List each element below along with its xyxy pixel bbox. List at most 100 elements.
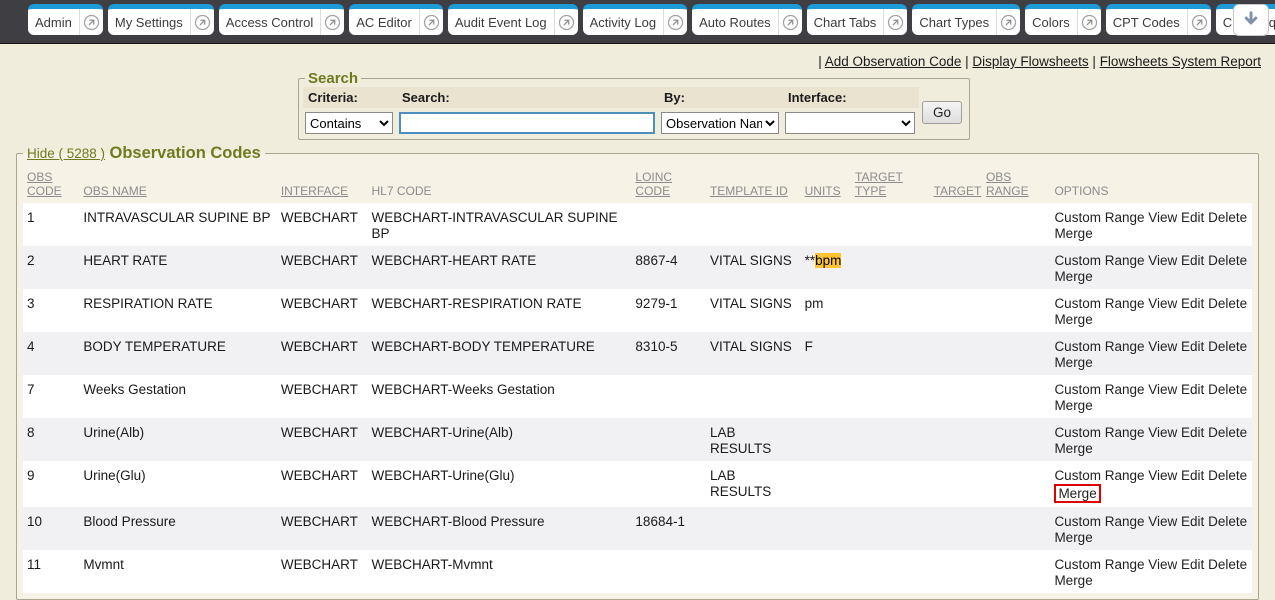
- tab-label: Audit Event Log: [448, 9, 554, 35]
- option-merge-link[interactable]: Merge: [1054, 355, 1092, 370]
- option-custom-range-link[interactable]: Custom Range: [1054, 210, 1144, 225]
- column-header-label[interactable]: TARGET: [934, 184, 982, 198]
- option-delete-link[interactable]: Delete: [1208, 557, 1247, 572]
- tab-activity-log[interactable]: Activity Log: [583, 4, 687, 35]
- option-merge-link[interactable]: Merge: [1054, 269, 1092, 284]
- option-delete-link[interactable]: Delete: [1208, 425, 1247, 440]
- option-custom-range-link[interactable]: Custom Range: [1054, 253, 1144, 268]
- popout-icon[interactable]: [320, 9, 344, 35]
- popout-icon[interactable]: [1077, 9, 1101, 35]
- option-delete-link[interactable]: Delete: [1208, 468, 1247, 483]
- tab-admin[interactable]: Admin: [28, 4, 103, 35]
- option-merge-link[interactable]: Merge: [1054, 530, 1092, 545]
- hide-count-link[interactable]: Hide ( 5288 ): [27, 146, 105, 161]
- option-custom-range-link[interactable]: Custom Range: [1054, 296, 1144, 311]
- header-link-add-observation-code[interactable]: Add Observation Code: [825, 54, 962, 69]
- cell-units: [801, 375, 851, 418]
- cell-obs-range: [982, 418, 1051, 461]
- popout-icon[interactable]: [419, 9, 443, 35]
- tab-my-settings[interactable]: My Settings: [108, 4, 214, 35]
- option-merge-link[interactable]: Merge: [1054, 226, 1092, 241]
- popout-icon[interactable]: [1187, 9, 1211, 35]
- popout-icon[interactable]: [554, 9, 578, 35]
- option-view-link[interactable]: View: [1148, 296, 1177, 311]
- tab-overflow-down-button[interactable]: [1233, 4, 1269, 36]
- option-edit-link[interactable]: Edit: [1181, 468, 1204, 483]
- tab-access-control[interactable]: Access Control: [219, 4, 344, 35]
- option-view-link[interactable]: View: [1148, 425, 1177, 440]
- cell-hl7-code: WEBCHART-RESPIRATION RATE: [368, 289, 632, 332]
- column-header-label[interactable]: LOINC CODE: [635, 170, 672, 198]
- option-edit-link[interactable]: Edit: [1181, 339, 1204, 354]
- tab-chart-types[interactable]: Chart Types: [912, 4, 1020, 35]
- column-header-label[interactable]: OBS NAME: [83, 184, 146, 198]
- popout-icon[interactable]: [79, 9, 103, 35]
- option-custom-range-link[interactable]: Custom Range: [1054, 382, 1144, 397]
- tab-colors[interactable]: Colors: [1025, 4, 1101, 35]
- option-edit-link[interactable]: Edit: [1181, 253, 1204, 268]
- criteria-label: Criteria:: [303, 87, 397, 108]
- units-search-highlight: bpm: [815, 253, 841, 268]
- column-header-label[interactable]: OBS RANGE: [986, 170, 1029, 198]
- tab-auto-routes[interactable]: Auto Routes: [692, 4, 802, 35]
- column-header-label[interactable]: INTERFACE: [281, 184, 348, 198]
- option-delete-link[interactable]: Delete: [1208, 382, 1247, 397]
- option-edit-link[interactable]: Edit: [1181, 425, 1204, 440]
- option-delete-link[interactable]: Delete: [1208, 296, 1247, 311]
- option-view-link[interactable]: View: [1148, 468, 1177, 483]
- option-merge-link[interactable]: Merge: [1054, 398, 1092, 413]
- option-edit-link[interactable]: Edit: [1181, 296, 1204, 311]
- criteria-select[interactable]: Contains: [305, 112, 393, 134]
- cell-interface: WEBCHART: [277, 246, 368, 289]
- option-view-link[interactable]: View: [1148, 557, 1177, 572]
- option-view-link[interactable]: View: [1148, 210, 1177, 225]
- column-header-label[interactable]: OBS CODE: [27, 170, 62, 198]
- option-custom-range-link[interactable]: Custom Range: [1054, 514, 1144, 529]
- option-merge-link-highlighted[interactable]: Merge: [1054, 484, 1100, 503]
- option-delete-link[interactable]: Delete: [1208, 339, 1247, 354]
- popout-icon[interactable]: [996, 9, 1020, 35]
- cell-options: Custom Range View Edit Delete Merge: [1050, 550, 1252, 593]
- by-select[interactable]: Observation Name: [661, 112, 779, 134]
- option-view-link[interactable]: View: [1148, 382, 1177, 397]
- column-header-label[interactable]: TEMPLATE ID: [710, 184, 788, 198]
- cell-options: Custom Range View Edit Delete Merge: [1050, 289, 1252, 332]
- option-custom-range-link[interactable]: Custom Range: [1054, 557, 1144, 572]
- tab-chart-tabs[interactable]: Chart Tabs: [807, 4, 908, 35]
- popout-icon[interactable]: [778, 9, 802, 35]
- cell-interface: WEBCHART: [277, 375, 368, 418]
- popout-icon[interactable]: [883, 9, 907, 35]
- option-delete-link[interactable]: Delete: [1208, 514, 1247, 529]
- option-view-link[interactable]: View: [1148, 339, 1177, 354]
- option-merge-link[interactable]: Merge: [1054, 441, 1092, 456]
- cell-target-type: [851, 418, 930, 461]
- table-row: 2HEART RATEWEBCHARTWEBCHART-HEART RATE88…: [23, 246, 1252, 289]
- header-link-display-flowsheets[interactable]: Display Flowsheets: [972, 54, 1088, 69]
- tab-label: Access Control: [219, 9, 320, 35]
- popout-icon[interactable]: [190, 9, 214, 35]
- column-header-label[interactable]: TARGET TYPE: [855, 170, 903, 198]
- header-link-flowsheets-system-report[interactable]: Flowsheets System Report: [1100, 54, 1261, 69]
- tab-cpt-codes[interactable]: CPT Codes: [1106, 4, 1211, 35]
- popout-icon[interactable]: [663, 9, 687, 35]
- option-edit-link[interactable]: Edit: [1181, 382, 1204, 397]
- option-delete-link[interactable]: Delete: [1208, 253, 1247, 268]
- option-edit-link[interactable]: Edit: [1181, 210, 1204, 225]
- option-view-link[interactable]: View: [1148, 253, 1177, 268]
- option-edit-link[interactable]: Edit: [1181, 557, 1204, 572]
- tab-ac-editor[interactable]: AC Editor: [349, 4, 443, 35]
- option-custom-range-link[interactable]: Custom Range: [1054, 339, 1144, 354]
- option-view-link[interactable]: View: [1148, 514, 1177, 529]
- search-input[interactable]: [399, 112, 655, 134]
- column-header-label[interactable]: UNITS: [805, 184, 841, 198]
- interface-select[interactable]: [785, 112, 915, 134]
- cell-units: F: [801, 332, 851, 375]
- option-delete-link[interactable]: Delete: [1208, 210, 1247, 225]
- option-merge-link[interactable]: Merge: [1054, 573, 1092, 588]
- option-custom-range-link[interactable]: Custom Range: [1054, 468, 1144, 483]
- option-merge-link[interactable]: Merge: [1054, 312, 1092, 327]
- go-button[interactable]: Go: [922, 101, 962, 124]
- tab-audit-event-log[interactable]: Audit Event Log: [448, 4, 578, 35]
- option-custom-range-link[interactable]: Custom Range: [1054, 425, 1144, 440]
- option-edit-link[interactable]: Edit: [1181, 514, 1204, 529]
